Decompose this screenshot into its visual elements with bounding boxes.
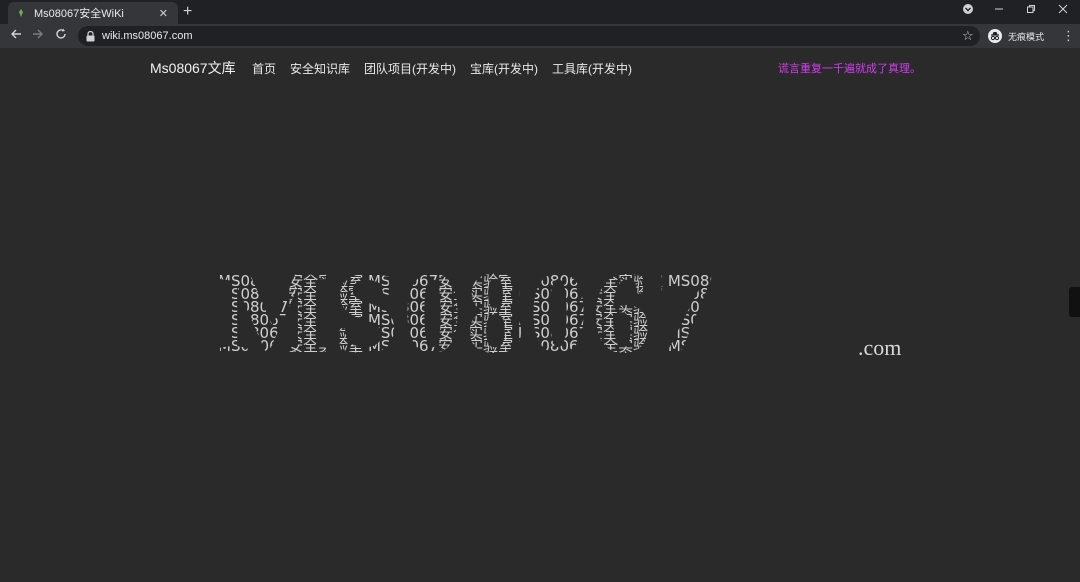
site-favicon-icon	[16, 8, 26, 18]
tab-close-icon[interactable]: ✕	[159, 7, 168, 20]
url-text: wiki.ms08067.com	[102, 30, 193, 42]
forward-arrow-icon[interactable]	[32, 28, 44, 44]
incognito-icon	[988, 29, 1002, 43]
logo-suffix: .com	[858, 335, 901, 360]
close-window-icon[interactable]	[1058, 3, 1068, 17]
new-tab-button[interactable]: +	[183, 2, 192, 22]
browser-menu-icon[interactable]: ⋮	[1062, 28, 1075, 44]
incognito-indicator[interactable]: 无痕模式	[988, 27, 1044, 45]
nav-item-treasury[interactable]: 宝库(开发中)	[470, 60, 538, 77]
back-arrow-icon[interactable]	[10, 28, 22, 44]
bookmark-star-icon[interactable]: ☆	[962, 28, 974, 44]
nav-item-tools[interactable]: 工具库(开发中)	[552, 60, 632, 77]
hero-logo-graphic: MS08067 MS08067安全实验室 MS08067安全实验室 MS0806…	[218, 272, 928, 368]
page-bottom-strip	[0, 576, 1080, 582]
nav-item-team-projects[interactable]: 团队项目(开发中)	[364, 60, 456, 77]
nav-item-knowledge-base[interactable]: 安全知识库	[290, 60, 350, 77]
address-bar[interactable]: wiki.ms08067.com	[78, 26, 980, 46]
minimize-icon[interactable]	[994, 3, 1004, 17]
site-header: Ms08067文库 首页 安全知识库 团队项目(开发中) 宝库(开发中) 工具库…	[0, 48, 1080, 86]
hero-logo: MS08067 MS08067安全实验室 MS08067安全实验室 MS0806…	[218, 262, 928, 368]
restore-icon[interactable]	[1026, 3, 1036, 17]
site-nav-menu: 首页 安全知识库 团队项目(开发中) 宝库(开发中) 工具库(开发中)	[252, 60, 632, 77]
logo-texture-row: MS08067安全实验室 MS08067安全实验室 MS08067安全实验室 M…	[218, 350, 928, 362]
reload-icon[interactable]	[55, 28, 67, 44]
browser-toolbar: wiki.ms08067.com ☆ 无痕模式 ⋮	[0, 24, 1080, 48]
side-scroll-handle[interactable]	[1069, 287, 1080, 317]
incognito-label: 无痕模式	[1008, 31, 1045, 42]
site-slogan: 谎言重复一千遍就成了真理。	[778, 63, 921, 75]
logo-texture: MS08067安全实验室 MS08067安全实验室 MS08067安全实验室 M…	[218, 272, 928, 368]
browser-tab-strip: Ms08067安全WiKi ✕ +	[0, 0, 1080, 24]
tab-title: Ms08067安全WiKi	[34, 8, 124, 20]
site-brand[interactable]: Ms08067文库	[150, 58, 236, 78]
lock-icon	[86, 30, 96, 42]
nav-item-home[interactable]: 首页	[252, 60, 276, 77]
browser-tab[interactable]: Ms08067安全WiKi ✕	[8, 2, 178, 24]
tab-search-icon[interactable]	[962, 3, 974, 18]
